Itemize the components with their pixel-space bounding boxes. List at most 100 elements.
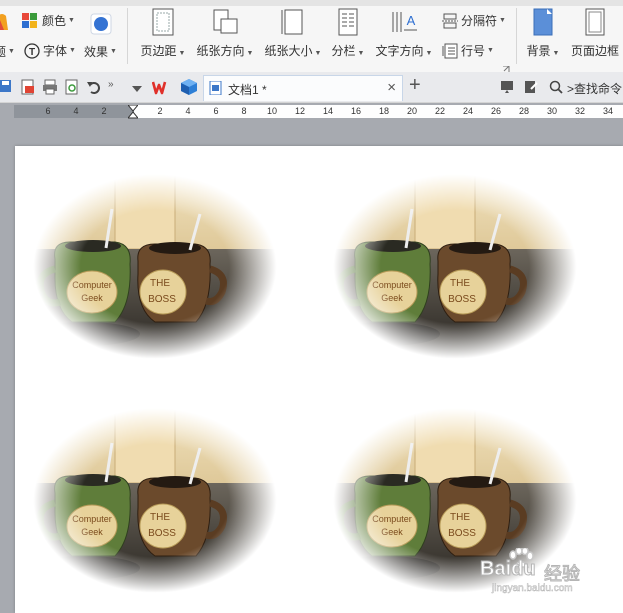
page-setup-launcher-icon[interactable]	[503, 62, 510, 72]
page-border-button[interactable]: 页面边框	[568, 8, 622, 59]
page-size-button[interactable]: 纸张大小 ▼	[262, 8, 324, 59]
chevron-down-icon: ▼	[499, 17, 506, 24]
chevron-down-icon: ▼	[425, 50, 433, 57]
indent-marker-icon[interactable]	[126, 104, 140, 128]
chevron-down-icon: ▼	[246, 50, 254, 57]
margins-label: 页边距	[140, 44, 177, 58]
ruler-number: 10	[266, 106, 277, 116]
margins-icon	[149, 8, 177, 36]
theme-button[interactable]: 题 ▼	[0, 43, 15, 60]
ruler-number: 6	[213, 106, 219, 116]
chevron-down-icon: ▼	[487, 47, 494, 54]
vignette-photo[interactable]: ComputerGeekTHEBOSS	[20, 398, 290, 603]
theme-icon[interactable]	[0, 12, 8, 30]
chevron-down-icon: ▼	[314, 50, 322, 57]
ruler-number: 24	[462, 106, 473, 116]
document-tab[interactable]: 文档1 * ×	[203, 75, 403, 101]
page-break-icon	[442, 13, 458, 28]
save-icon[interactable]	[0, 80, 12, 96]
ruler-number: 8	[241, 106, 247, 116]
orientation-icon	[211, 8, 239, 36]
ruler-number: 12	[294, 106, 305, 116]
baidu-url: jingyan.baidu.com	[492, 583, 573, 595]
font-button[interactable]: T 字体 ▼	[24, 42, 76, 59]
color-label: 颜色	[42, 14, 67, 28]
columns-icon	[334, 8, 362, 36]
command-search-label[interactable]: >查找命令	[567, 80, 622, 97]
ruler-number: 2	[157, 106, 163, 116]
ruler-number: 6	[45, 106, 51, 116]
ribbon-divider	[127, 8, 128, 64]
chevron-down-icon: ▼	[178, 50, 186, 57]
wps-logo-icon[interactable]	[151, 78, 170, 99]
vignette-photo[interactable]: ComputerGeekTHEBOSS	[320, 164, 590, 369]
ribbon: 颜色 ▼ 题 ▼ T 字体 ▼ 效果 ▼ 页边距 ▼ 纸张方向 ▼ 纸张大小 ▼…	[0, 0, 623, 72]
shape-fill-button[interactable]	[90, 13, 112, 35]
svg-text:A: A	[407, 13, 416, 28]
ruler-number: 28	[518, 106, 529, 116]
document-page[interactable]: ComputerGeekTHEBOSSComputerGeekTHEBOSSCo…	[15, 146, 623, 613]
line-numbers-label: 行号	[461, 44, 486, 58]
color-button[interactable]: 颜色 ▼	[22, 12, 75, 29]
undo-icon[interactable]	[86, 79, 102, 98]
line-numbers-button[interactable]: 行号 ▼	[442, 42, 494, 59]
document-icon	[209, 80, 223, 98]
ruler-number: 4	[73, 106, 79, 116]
baidu-brand: Baidu	[480, 558, 537, 581]
ribbon-divider	[516, 8, 517, 64]
horizontal-ruler[interactable]: 6 4 2 2 4 6 8 10 12 14 16 18 20 22 24 26 28 30 32 34	[14, 104, 623, 119]
print-icon[interactable]	[42, 79, 58, 98]
effect-label: 效果	[84, 45, 109, 59]
circle-fill-icon	[90, 13, 112, 35]
close-tab-icon[interactable]: ×	[387, 79, 396, 96]
screen-cast-icon[interactable]	[500, 80, 514, 97]
quick-access-bar: » 文档1 * × + >查找命令	[0, 72, 623, 103]
text-direction-label: 文字方向	[375, 44, 424, 58]
ruler-number: 4	[185, 106, 191, 116]
breaks-button[interactable]: 分隔符 ▼	[442, 12, 506, 29]
page-border-label: 页面边框	[570, 44, 619, 58]
font-label: 字体	[43, 44, 68, 58]
ruler-number: 26	[490, 106, 501, 116]
baidu-watermark: Baidu 经验 jingyan.baidu.com	[478, 546, 618, 598]
new-tab-button[interactable]: +	[409, 74, 421, 97]
columns-label: 分栏	[331, 44, 356, 58]
margins-button[interactable]: 页边距 ▼	[138, 8, 188, 59]
ruler-number: 2	[101, 106, 107, 116]
ruler-number: 14	[322, 106, 333, 116]
ruler-number: 16	[350, 106, 361, 116]
share-icon[interactable]	[524, 80, 538, 97]
export-pdf-icon[interactable]	[20, 79, 36, 98]
chevron-down-icon: ▼	[552, 50, 560, 57]
chevron-down-icon: ▼	[110, 48, 117, 55]
orientation-button[interactable]: 纸张方向 ▼	[194, 8, 256, 59]
orientation-label: 纸张方向	[196, 44, 245, 58]
page-border-icon	[581, 8, 609, 36]
ruler-number: 18	[378, 106, 389, 116]
search-icon[interactable]	[549, 80, 563, 97]
breaks-label: 分隔符	[461, 14, 498, 28]
columns-button[interactable]: 分栏 ▼	[330, 8, 366, 59]
tab-list-dropdown-icon[interactable]	[132, 82, 142, 96]
svg-text:T: T	[29, 47, 35, 58]
page-size-label: 纸张大小	[264, 44, 313, 58]
background-button[interactable]: 背景 ▼	[524, 8, 562, 59]
chevron-down-icon: ▼	[8, 48, 15, 55]
background-icon	[529, 8, 557, 36]
chevron-down-icon: ▼	[357, 50, 365, 57]
document-tab-title: 文档1 *	[228, 83, 267, 97]
cube-app-icon[interactable]	[180, 78, 198, 99]
color-palette-icon	[22, 12, 37, 28]
ruler-number: 30	[546, 106, 557, 116]
effect-button[interactable]: 效果 ▼	[84, 43, 117, 60]
vignette-photo[interactable]: ComputerGeekTHEBOSS	[20, 164, 290, 369]
more-commands-icon[interactable]: »	[108, 79, 114, 90]
line-numbers-icon	[442, 43, 458, 58]
ribbon-top-strip	[0, 0, 623, 6]
ruler-number: 20	[406, 106, 417, 116]
text-direction-button[interactable]: A 文字方向 ▼	[374, 8, 434, 59]
chevron-down-icon: ▼	[68, 17, 75, 24]
ruler-number: 32	[574, 106, 585, 116]
print-preview-icon[interactable]	[64, 79, 80, 98]
background-label: 背景	[526, 44, 551, 58]
